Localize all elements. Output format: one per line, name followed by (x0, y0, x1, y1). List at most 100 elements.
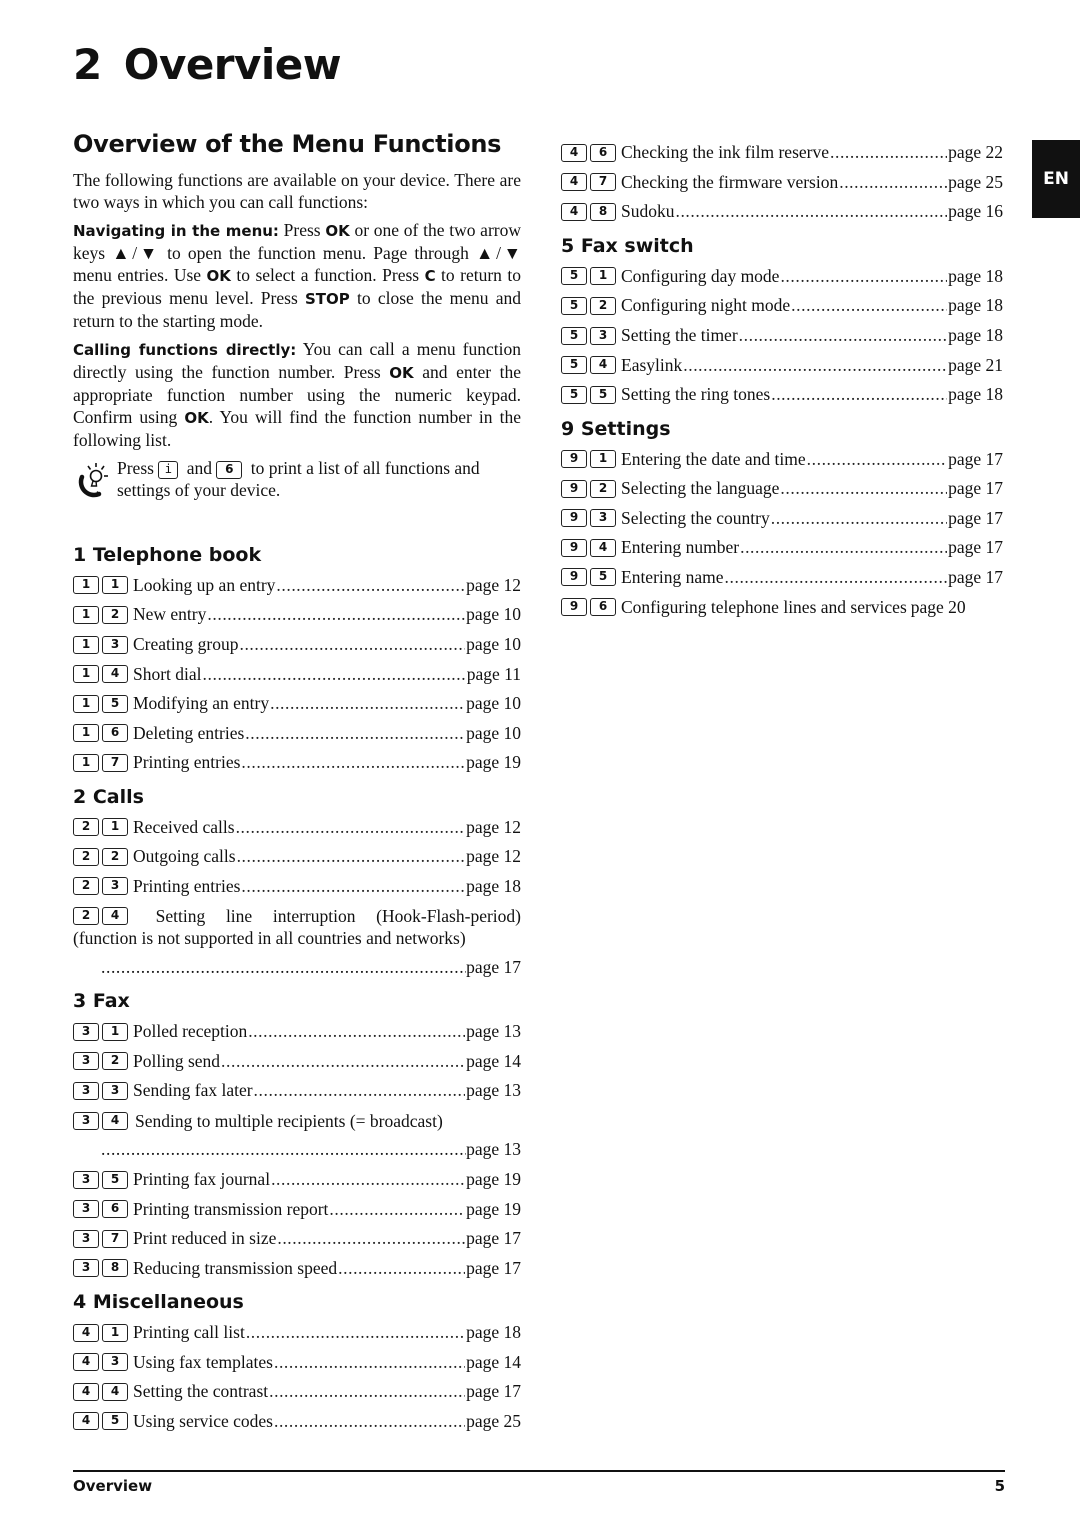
info-key: i (158, 460, 179, 479)
function-keys: 24 (73, 907, 131, 926)
page-reference: page 17 (466, 1228, 521, 1249)
keypad-key: 3 (102, 635, 128, 654)
function-label: Selecting the country (621, 507, 770, 528)
function-entry-continuation: page 17 (73, 952, 521, 982)
page-reference: page 18 (948, 325, 1003, 346)
leader-dots (771, 508, 947, 529)
function-entry: 44Setting the contrastpage 17 (73, 1377, 521, 1407)
function-entry: 93Selecting the countrypage 17 (561, 503, 1003, 533)
function-label-word: line (225, 906, 253, 927)
keypad-key: 1 (73, 665, 99, 684)
function-keys: 36 (73, 1200, 131, 1219)
page-reference: page 17 (948, 566, 1003, 587)
function-entry-multiline: 3 4 Sending to multiple recipients (= broa… (73, 1110, 521, 1132)
tip-text: Press i and 6 to print a list of all fun… (117, 457, 480, 500)
language-tab: EN (1032, 140, 1080, 218)
function-label: Reducing transmission speed (133, 1257, 338, 1278)
function-entry: 22Outgoing callspage 12 (73, 842, 521, 872)
function-keys: 12 (73, 605, 131, 624)
page-reference: page 19 (466, 1198, 521, 1219)
function-entry: 17Printing entriespage 19 (73, 748, 521, 778)
keypad-key: 2 (73, 877, 99, 896)
function-entry: 95Entering namepage 17 (561, 563, 1003, 593)
leader-dots (780, 478, 947, 499)
page-reference: page 17 (948, 478, 1003, 499)
function-entry: 31Polled receptionpage 13 (73, 1017, 521, 1047)
function-label-word: (Hook-Flash-period) (376, 906, 521, 927)
page-reference: page 16 (948, 201, 1003, 222)
leader-dots (236, 817, 466, 838)
leader-dots (675, 201, 947, 222)
function-keys: 35 (73, 1170, 131, 1189)
leader-dots (725, 567, 948, 588)
leader-dots (241, 752, 465, 773)
function-label: Configuring telephone lines and services (621, 596, 907, 617)
function-keys: 94 (561, 538, 619, 557)
function-entry: 32Polling sendpage 14 (73, 1047, 521, 1077)
keypad-key: 6 (102, 1200, 128, 1219)
leader-dots (221, 1051, 465, 1072)
keypad-key: 6 (590, 143, 616, 162)
entry-line: 2 4 Setting line interruption (Hook-Flash-per… (73, 905, 521, 927)
keypad-key: 4 (561, 173, 587, 192)
function-entry: 47Checking the firmware versionpage 25 (561, 168, 1003, 198)
leader-dots (241, 876, 465, 897)
leader-dots (246, 1322, 465, 1343)
chapter-name: Overview (123, 40, 342, 89)
keypad-key: 3 (102, 877, 128, 896)
function-label: Easylink (621, 354, 683, 375)
keypad-key: 3 (73, 1259, 99, 1278)
footer-rule (73, 1470, 1005, 1472)
leader-dots (248, 1021, 465, 1042)
function-keys: 47 (561, 173, 619, 192)
page-reference: page 14 (466, 1351, 521, 1372)
group-title: 4 Miscellaneous (73, 1291, 244, 1314)
function-entry: 38Reducing transmission speedpage 17 (73, 1254, 521, 1284)
navigating-lead: Navigating in the menu: (73, 221, 279, 240)
keypad-key: 4 (561, 202, 587, 221)
section-title: Overview of the Menu Functions (73, 130, 502, 158)
keypad-key: 2 (102, 605, 128, 624)
function-keys: 54 (561, 356, 619, 375)
page-reference: page 22 (948, 142, 1003, 163)
keypad-key: 3 (73, 1229, 99, 1248)
function-keys: 33 (73, 1081, 131, 1100)
function-entry: 11Looking up an entrypage 12 (73, 571, 521, 601)
intro-paragraph: The following functions are available on… (73, 169, 521, 212)
keypad-key: 4 (102, 907, 128, 926)
footer-section-name: Overview (73, 1477, 153, 1495)
calling-paragraph: Calling functions directly: You can call… (73, 338, 521, 450)
page-reference: page 12 (466, 574, 521, 595)
leader-dots (245, 723, 465, 744)
function-entry: 35Printing fax journalpage 19 (73, 1165, 521, 1195)
function-keys: 37 (73, 1229, 131, 1248)
leader-dots (807, 449, 947, 470)
tip-box: Press i and 6 to print a list of all fun… (73, 457, 521, 501)
group-title: 5 Fax switch (561, 234, 694, 257)
page-reference: page 10 (466, 693, 521, 714)
keypad-key: 1 (590, 267, 616, 286)
function-label: Sudoku (621, 201, 675, 222)
keypad-key: 2 (73, 818, 99, 837)
keypad-key: 4 (102, 665, 128, 684)
keypad-key: 5 (102, 1412, 128, 1431)
keypad-key: 1 (102, 818, 128, 837)
page-reference: page 17 (948, 448, 1003, 469)
function-label: Polled reception (133, 1021, 248, 1042)
keypad-key: 5 (561, 385, 587, 404)
page-reference: page 13 (466, 1139, 521, 1160)
keypad-key: 1 (73, 753, 99, 772)
function-keys: 23 (73, 877, 131, 896)
keypad-key: 7 (102, 1229, 128, 1248)
leader-dots (203, 664, 466, 685)
left-function-groups: 1 Telephone book11Looking up an entrypag… (73, 544, 521, 1436)
stop-key-label: STOP (304, 289, 350, 308)
page-reference: page 17 (466, 1381, 521, 1402)
function-entry: 43Using fax templatespage 14 (73, 1347, 521, 1377)
function-group: 5 Fax switch51Configuring day modepage 1… (561, 235, 1003, 410)
keypad-key: 2 (73, 847, 99, 866)
keypad-key: 9 (561, 509, 587, 528)
function-label: Outgoing calls (133, 846, 236, 867)
keypad-key: 4 (102, 1382, 128, 1401)
function-entry: 52Configuring night modepage 18 (561, 291, 1003, 321)
